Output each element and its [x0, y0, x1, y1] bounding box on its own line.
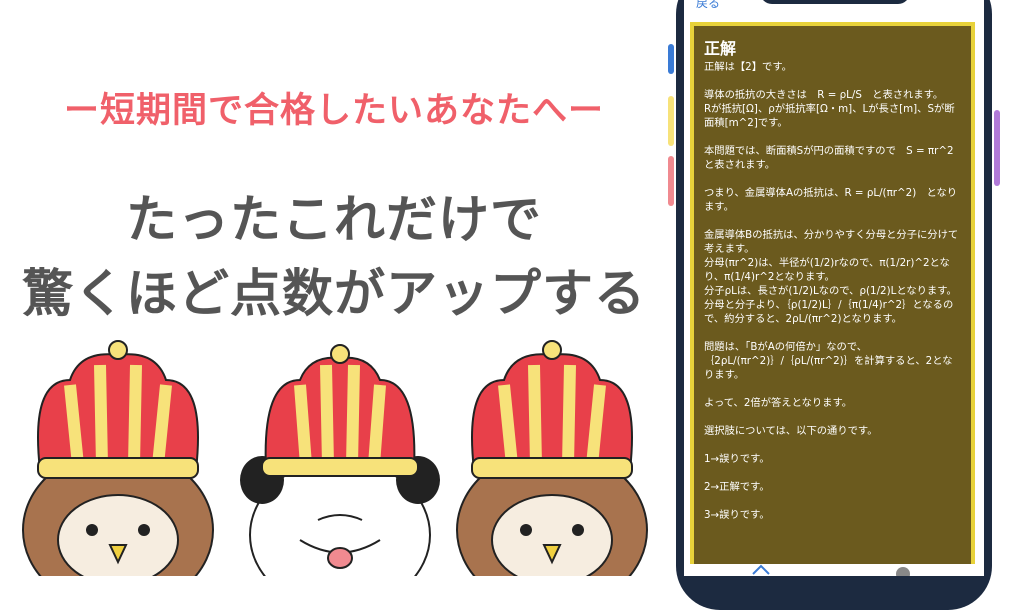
answer-line: 3→誤りです。: [704, 509, 770, 521]
tab-bar: [684, 564, 984, 576]
answer-line: 問題は、「BがAの何倍か」なので、: [704, 341, 867, 353]
answer-line: 分母と分子より、｛ρ(1/2)L｝/｛π(1/4)r^2｝となるので、約分すると…: [704, 299, 954, 325]
headline-line-2: 驚くほど点数がアップする: [21, 265, 646, 324]
profile-icon[interactable]: [896, 567, 910, 576]
answer-line: 1→誤りです。: [704, 453, 770, 465]
nav-bar: 戻る: [684, 0, 984, 20]
phone-screen: 戻る 正解 正解は【2】です。導体の抵抗の大きさは R = ρL/S と表されま…: [684, 0, 984, 576]
answer-line: ｛2ρL/(πr^2)｝/｛ρL/(πr^2)｝を計算すると、2となります。: [704, 355, 953, 381]
answer-line: 選択肢については、以下の通りです。: [704, 425, 878, 437]
answer-line: 2→正解です。: [704, 481, 770, 493]
owl-king-right: [456, 340, 648, 576]
answer-line: 金属導体Bの抵抗は、分かりやすく分母と分子に分けて考えます。: [704, 229, 959, 255]
answer-line: つまり、金属導体Aの抵抗は、R = ρL/(πr^2) となります。: [704, 187, 958, 213]
phone-side-button: [994, 110, 1000, 186]
answer-line: 分母(πr^2)は、半径が(1/2)rなので、π(1/2r)^2となり、π(1/…: [704, 257, 950, 283]
headline-line-1: たったこれだけで: [125, 191, 542, 250]
owl-king-left: [22, 340, 214, 576]
phone-side-button: [668, 96, 674, 146]
tagline: ー短期間で合格したいあなたへー: [63, 91, 604, 131]
panda-king: [240, 344, 440, 576]
phone-side-button: [668, 44, 674, 74]
answer-line: 本問題では、断面積Sが円の面積ですので S = πr^2 と表されます。: [704, 145, 964, 171]
answer-line: 導体の抵抗の大きさは R = ρL/S と表されます。: [704, 89, 944, 101]
answer-title: 正解: [704, 39, 737, 58]
back-button[interactable]: 戻る: [696, 0, 720, 11]
answer-line: Rが抵抗[Ω]、ρが抵抗率[Ω・m]、Lが長さ[m]、Sが断面積[m^2]です。: [704, 103, 955, 129]
phone-side-button: [668, 156, 674, 206]
home-icon[interactable]: [752, 564, 770, 576]
answer-line: 正解は【2】です。: [704, 61, 792, 73]
mascot-illustration: [22, 340, 648, 576]
answer-body: 正解は【2】です。導体の抵抗の大きさは R = ρL/S と表されます。 Rが抵抗…: [704, 60, 961, 522]
answer-line: よって、2倍が答えとなります。: [704, 397, 853, 409]
phone-notch: [760, 0, 910, 4]
answer-line: 分子ρLは、長さが(1/2)Lなので、ρ(1/2)Lとなります。: [704, 285, 957, 297]
answer-panel: 正解 正解は【2】です。導体の抵抗の大きさは R = ρL/S と表されます。 R…: [690, 22, 975, 576]
